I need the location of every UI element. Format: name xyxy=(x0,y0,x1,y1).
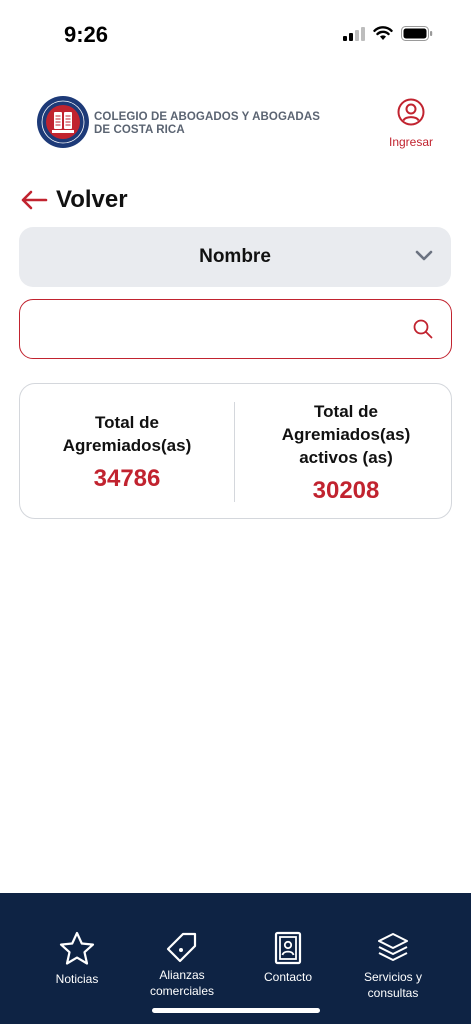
nav-item-noticias[interactable]: Noticias xyxy=(22,931,132,987)
signal-icon xyxy=(343,26,365,41)
nav-label-contacto: Contacto xyxy=(263,970,313,984)
org-name-line2: DE COSTA RICA xyxy=(94,124,185,136)
org-name: COLEGIO DE ABOGADOS Y ABOGADAS DE COSTA … xyxy=(94,111,334,137)
stat-active-value: 30208 xyxy=(312,476,380,504)
app-header: COLEGIO DE ABOGADOS Y ABOGADAS DE COSTA … xyxy=(0,92,471,156)
nav-item-alianzas[interactable]: Alianzas comerciales xyxy=(127,931,237,999)
nav-label-alianzas-line1: Alianzas xyxy=(159,968,205,982)
wifi-icon xyxy=(373,26,393,40)
battery-icon xyxy=(401,26,433,41)
search-box xyxy=(19,299,452,359)
login-label: Ingresar xyxy=(388,135,434,149)
stat-active-label-line3: activos (as) xyxy=(299,447,393,467)
nav-item-servicios[interactable]: Servicios y consultas xyxy=(338,931,448,1001)
back-label: Volver xyxy=(56,186,128,213)
filter-selected-value: Nombre xyxy=(199,246,271,267)
stat-divider xyxy=(234,402,235,502)
star-icon xyxy=(59,931,95,965)
nav-label-alianzas-line2: comerciales xyxy=(149,984,215,998)
status-bar: 9:26 xyxy=(0,0,471,70)
stat-total-value: 34786 xyxy=(93,465,161,492)
stat-active-label-line1: Total de xyxy=(314,401,378,421)
chevron-down-icon xyxy=(415,250,433,261)
nav-label-servicios-line2: consultas xyxy=(367,986,419,1000)
org-logo[interactable] xyxy=(36,95,90,149)
nav-label-noticias: Noticias xyxy=(55,972,99,986)
layers-icon xyxy=(378,933,408,961)
back-button[interactable]: Volver xyxy=(20,186,128,214)
stat-total-label: Total de Agremiados(as) xyxy=(63,411,191,457)
stat-active-members: Total de Agremiados(as) activos (as) 302… xyxy=(239,384,453,520)
search-input[interactable] xyxy=(34,312,404,346)
stat-active-label-line2: Agremiados(as) xyxy=(281,424,411,444)
nav-label-servicios-line1: Servicios y xyxy=(363,970,422,984)
stat-total-label-line1: Total de xyxy=(95,413,159,432)
stat-active-label: Total de Agremiados(as) activos (as) xyxy=(282,400,410,469)
arrow-left-icon xyxy=(21,190,48,210)
stat-total-members: Total de Agremiados(as) 34786 xyxy=(20,384,234,520)
home-indicator[interactable] xyxy=(152,1008,320,1013)
stat-total-label-line2: Agremiados(as) xyxy=(62,436,192,455)
status-icons xyxy=(343,26,433,41)
nav-item-contacto[interactable]: Contacto xyxy=(233,931,343,985)
user-icon xyxy=(397,98,425,126)
filter-select[interactable]: Nombre xyxy=(19,227,451,287)
tag-icon xyxy=(166,932,197,963)
contact-book-icon xyxy=(274,931,302,965)
search-icon[interactable] xyxy=(413,319,433,339)
stats-card: Total de Agremiados(as) 34786 Total de A… xyxy=(19,383,452,519)
login-button[interactable]: Ingresar xyxy=(387,98,435,149)
status-time: 9:26 xyxy=(64,22,109,47)
bottom-nav: Noticias Alianzas comerciales Contacto S… xyxy=(0,893,471,1024)
org-name-line1: COLEGIO DE ABOGADOS Y ABOGADAS xyxy=(94,111,320,123)
